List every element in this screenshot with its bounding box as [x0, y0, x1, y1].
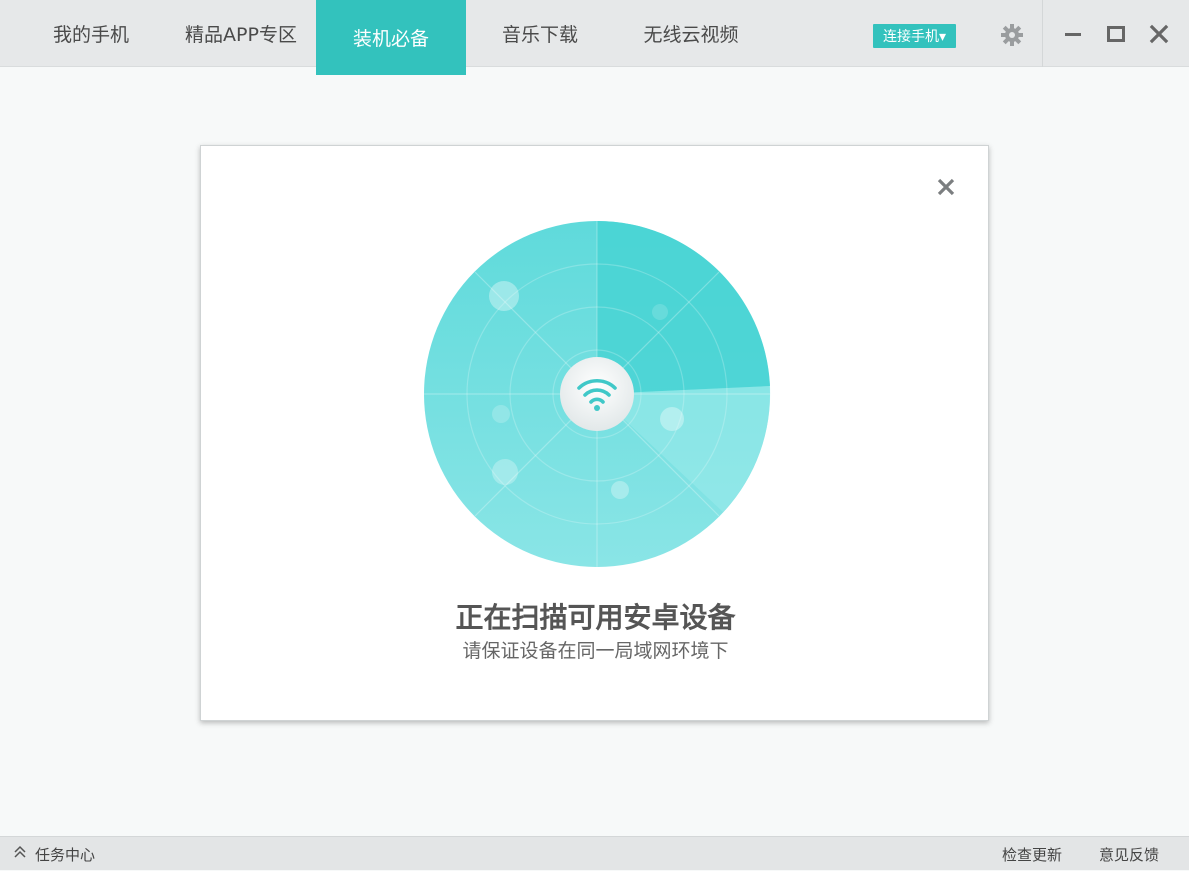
scan-dialog: 正在扫描可用安卓设备 请保证设备在同一局域网环境下	[200, 145, 989, 721]
connect-phone-button[interactable]: 连接手机▾	[873, 24, 956, 48]
scan-subtitle: 请保证设备在同一局域网环境下	[462, 640, 729, 662]
task-center-label: 任务中心	[35, 845, 96, 864]
tab-app-zone[interactable]: 精品APP专区	[168, 0, 314, 67]
close-icon[interactable]	[935, 176, 957, 198]
task-center-button[interactable]: 任务中心	[13, 837, 95, 871]
close-icon[interactable]	[1147, 22, 1171, 46]
tab-cloud-video[interactable]: 无线云视频	[624, 0, 758, 67]
radar-scanner	[423, 220, 771, 568]
tab-my-phone[interactable]: 我的手机	[32, 0, 150, 67]
tab-essentials[interactable]: 装机必备	[316, 0, 466, 75]
feedback-link[interactable]: 意见反馈	[1099, 837, 1159, 871]
status-bar: 任务中心 检查更新 意见反馈	[0, 836, 1189, 870]
check-update-link[interactable]: 检查更新	[1002, 837, 1062, 871]
gear-icon[interactable]	[1001, 24, 1023, 46]
tab-music-download[interactable]: 音乐下载	[482, 0, 598, 67]
top-nav-bar: 我的手机 精品APP专区 装机必备 音乐下载 无线云视频 连接手机▾	[0, 0, 1189, 75]
divider	[1042, 0, 1043, 67]
maximize-icon[interactable]	[1104, 22, 1128, 46]
double-chevron-up-icon	[13, 845, 27, 863]
minimize-icon[interactable]	[1061, 22, 1085, 46]
scan-title: 正在扫描可用安卓设备	[455, 601, 736, 634]
